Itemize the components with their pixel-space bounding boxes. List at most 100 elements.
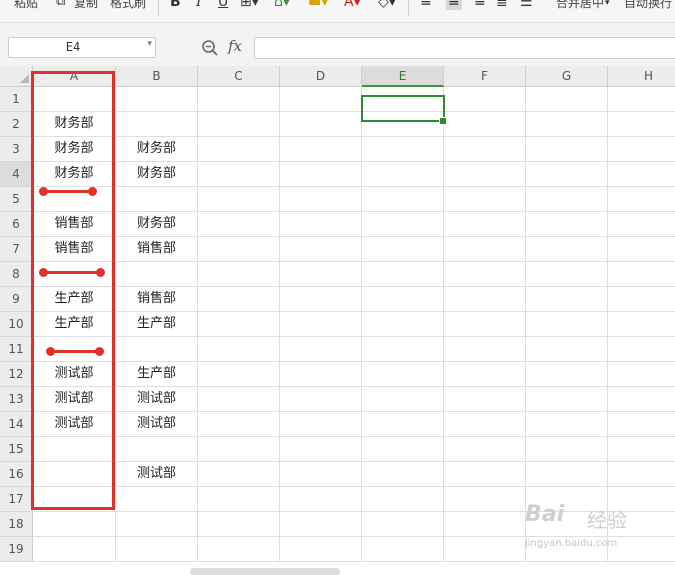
paste-button[interactable]: 粘贴 xyxy=(14,0,38,11)
align-top-icon[interactable]: ≡ xyxy=(420,0,432,10)
cell-c6[interactable] xyxy=(198,212,280,237)
merge-center-button[interactable]: 合并居中 xyxy=(556,0,604,11)
cell-f1[interactable] xyxy=(444,87,526,112)
cell-b18[interactable] xyxy=(116,512,198,537)
cell-g8[interactable] xyxy=(526,262,608,287)
column-header-h[interactable]: H xyxy=(608,66,675,87)
cell-f2[interactable] xyxy=(444,112,526,137)
cell-f15[interactable] xyxy=(444,437,526,462)
row-header[interactable]: 18 xyxy=(0,512,33,537)
row-header[interactable]: 17 xyxy=(0,487,33,512)
chevron-down-icon[interactable]: ▾ xyxy=(147,39,152,49)
cell-e6[interactable] xyxy=(362,212,444,237)
cell-c19[interactable] xyxy=(198,537,280,562)
wrap-text-button[interactable]: 自动换行 xyxy=(624,0,672,11)
cell-f11[interactable] xyxy=(444,337,526,362)
cell-c18[interactable] xyxy=(198,512,280,537)
cell-b16[interactable]: 测试部 xyxy=(116,462,198,487)
cell-e18[interactable] xyxy=(362,512,444,537)
row-header[interactable]: 8 xyxy=(0,262,33,287)
cell-b12[interactable]: 生产部 xyxy=(116,362,198,387)
cell-g11[interactable] xyxy=(526,337,608,362)
cell-c10[interactable] xyxy=(198,312,280,337)
column-header-f[interactable]: F xyxy=(444,66,526,87)
row-header[interactable]: 7 xyxy=(0,237,33,262)
fill-handle[interactable] xyxy=(439,117,447,125)
column-header-d[interactable]: D xyxy=(280,66,362,87)
merge-dropdown-icon[interactable]: ▾ xyxy=(605,0,610,8)
cell-b15[interactable] xyxy=(116,437,198,462)
cell-f17[interactable] xyxy=(444,487,526,512)
cell-c2[interactable] xyxy=(198,112,280,137)
cell-g7[interactable] xyxy=(526,237,608,262)
cell-c15[interactable] xyxy=(198,437,280,462)
cell-c9[interactable] xyxy=(198,287,280,312)
cell-c3[interactable] xyxy=(198,137,280,162)
cell-c17[interactable] xyxy=(198,487,280,512)
row-header[interactable]: 10 xyxy=(0,312,33,337)
row-header[interactable]: 13 xyxy=(0,387,33,412)
cell-d15[interactable] xyxy=(280,437,362,462)
cell-h4[interactable] xyxy=(608,162,675,187)
cell-f18[interactable] xyxy=(444,512,526,537)
distribute-icon[interactable]: ☰ xyxy=(520,0,533,10)
cell-g16[interactable] xyxy=(526,462,608,487)
cell-c14[interactable] xyxy=(198,412,280,437)
cell-d3[interactable] xyxy=(280,137,362,162)
cell-d13[interactable] xyxy=(280,387,362,412)
cell-b10[interactable]: 生产部 xyxy=(116,312,198,337)
cell-f8[interactable] xyxy=(444,262,526,287)
cell-b17[interactable] xyxy=(116,487,198,512)
cell-g5[interactable] xyxy=(526,187,608,212)
column-header-c[interactable]: C xyxy=(198,66,280,87)
cell-b7[interactable]: 销售部 xyxy=(116,237,198,262)
cell-g3[interactable] xyxy=(526,137,608,162)
cell-c1[interactable] xyxy=(198,87,280,112)
cell-h5[interactable] xyxy=(608,187,675,212)
cell-e12[interactable] xyxy=(362,362,444,387)
cell-d9[interactable] xyxy=(280,287,362,312)
cell-e3[interactable] xyxy=(362,137,444,162)
cell-h16[interactable] xyxy=(608,462,675,487)
cell-b19[interactable] xyxy=(116,537,198,562)
column-header-e[interactable]: E xyxy=(362,66,444,87)
cell-e11[interactable] xyxy=(362,337,444,362)
cell-d5[interactable] xyxy=(280,187,362,212)
cell-d11[interactable] xyxy=(280,337,362,362)
cell-g4[interactable] xyxy=(526,162,608,187)
row-header[interactable]: 3 xyxy=(0,137,33,162)
cell-b13[interactable]: 测试部 xyxy=(116,387,198,412)
eraser-icon[interactable]: ◇▾ xyxy=(378,0,396,10)
horizontal-scrollbar[interactable] xyxy=(190,568,340,575)
fill-color-icon[interactable]: ⌂▾ xyxy=(274,0,290,10)
cell-e16[interactable] xyxy=(362,462,444,487)
formula-input[interactable] xyxy=(254,37,675,59)
cell-b9[interactable]: 销售部 xyxy=(116,287,198,312)
cell-h3[interactable] xyxy=(608,137,675,162)
row-header[interactable]: 11 xyxy=(0,337,33,362)
cell-e5[interactable] xyxy=(362,187,444,212)
cell-d17[interactable] xyxy=(280,487,362,512)
cell-e7[interactable] xyxy=(362,237,444,262)
cell-f4[interactable] xyxy=(444,162,526,187)
cell-d2[interactable] xyxy=(280,112,362,137)
cell-g13[interactable] xyxy=(526,387,608,412)
italic-button[interactable]: I xyxy=(196,0,202,10)
row-header[interactable]: 5 xyxy=(0,187,33,212)
highlight-icon[interactable]: ▬▾ xyxy=(308,0,328,10)
select-all-corner[interactable] xyxy=(0,66,33,87)
cell-f10[interactable] xyxy=(444,312,526,337)
row-header[interactable]: 12 xyxy=(0,362,33,387)
row-header[interactable]: 16 xyxy=(0,462,33,487)
cell-h9[interactable] xyxy=(608,287,675,312)
cell-e13[interactable] xyxy=(362,387,444,412)
cell-h13[interactable] xyxy=(608,387,675,412)
cell-f19[interactable] xyxy=(444,537,526,562)
cell-f3[interactable] xyxy=(444,137,526,162)
cell-c5[interactable] xyxy=(198,187,280,212)
cell-f9[interactable] xyxy=(444,287,526,312)
cell-d14[interactable] xyxy=(280,412,362,437)
cell-d19[interactable] xyxy=(280,537,362,562)
cell-h1[interactable] xyxy=(608,87,675,112)
cell-a19[interactable] xyxy=(33,537,116,562)
